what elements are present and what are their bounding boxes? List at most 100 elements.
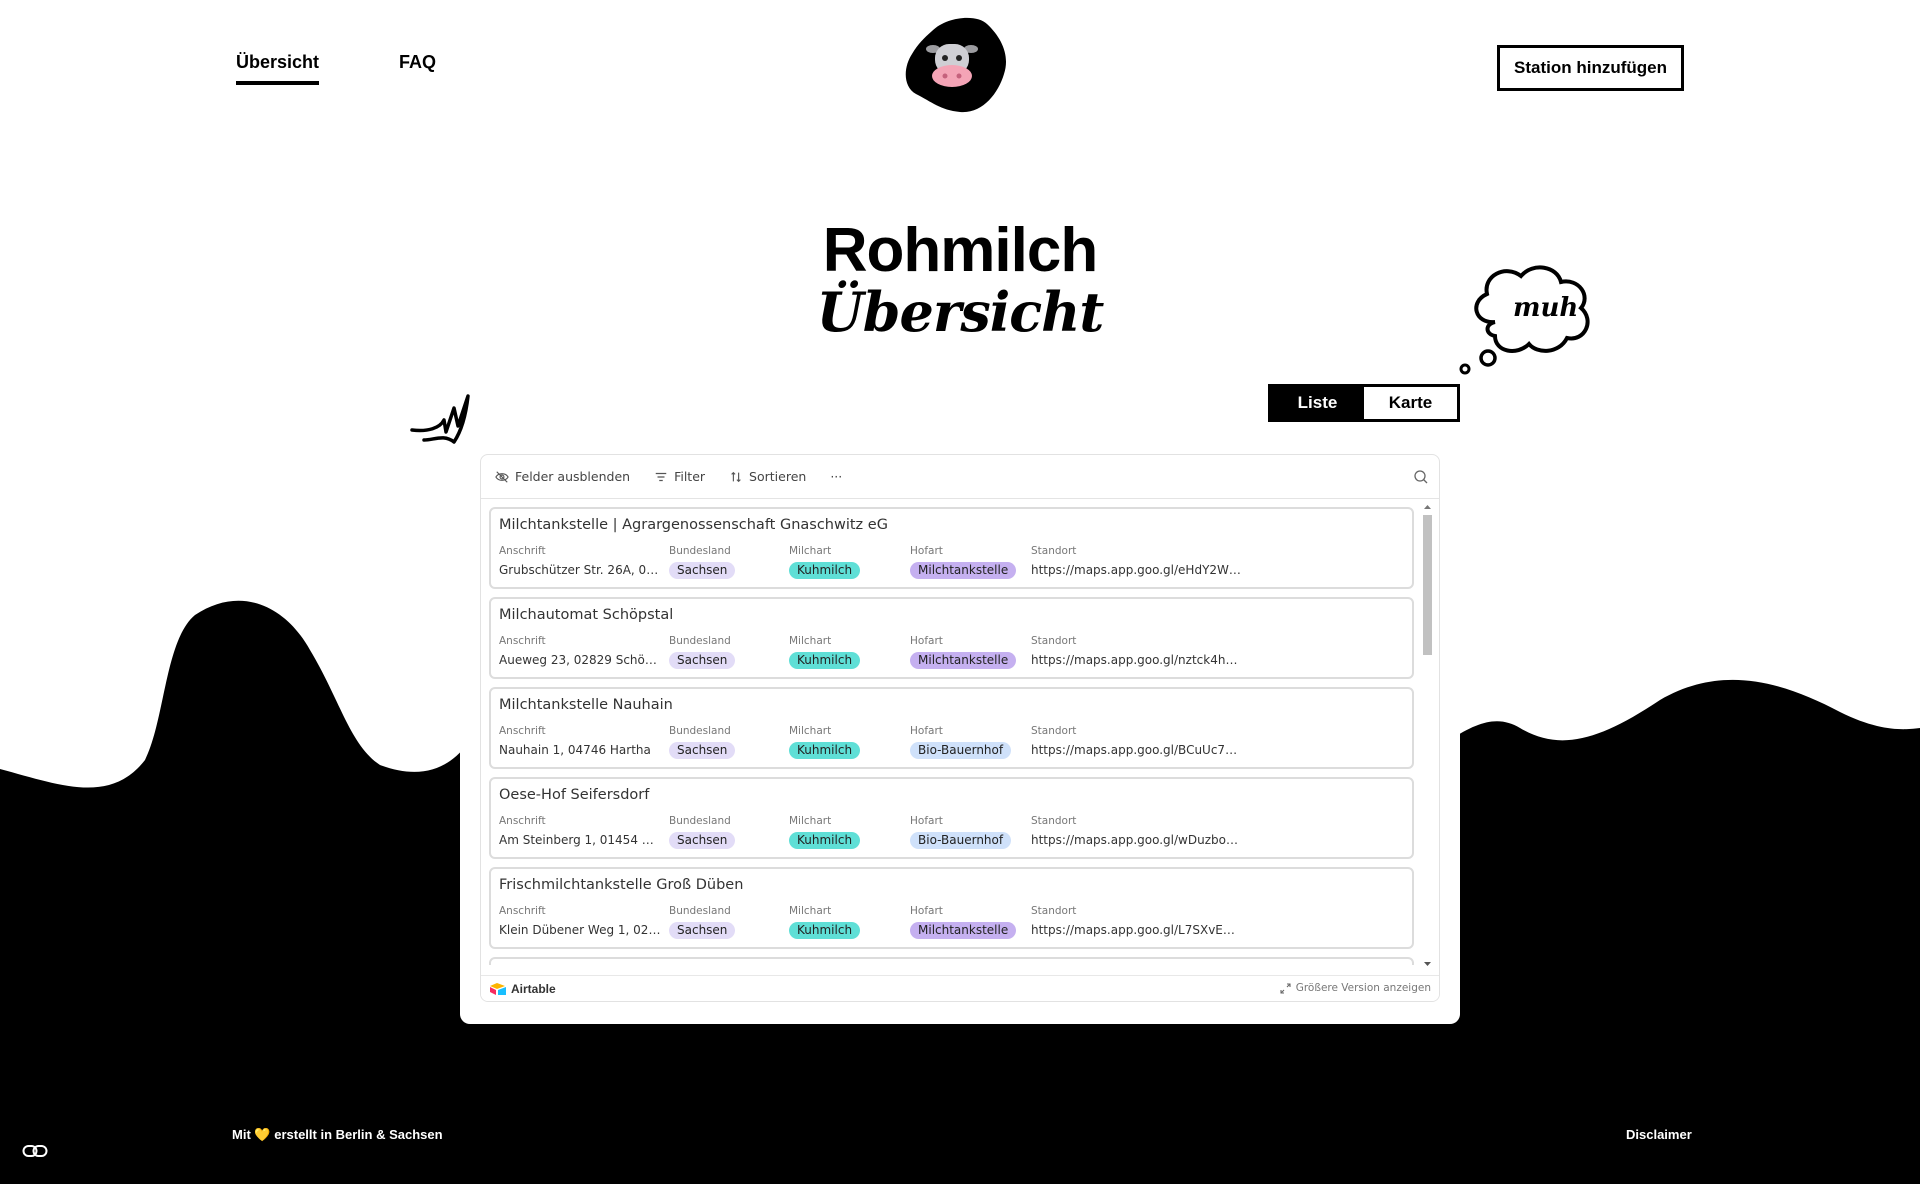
record-milk-type-label: Milchart bbox=[789, 635, 832, 647]
disclaimer-link[interactable]: Disclaimer bbox=[1626, 1127, 1692, 1142]
made-prefix: Mit bbox=[232, 1127, 251, 1142]
record-address-value: Grubschützer Str. 26A, 02692 Gn... bbox=[499, 563, 664, 577]
record-card[interactable]: Frischmilchtankstelle Groß Düben Anschrif… bbox=[489, 867, 1414, 949]
larger-version-link[interactable]: Größere Version anzeigen bbox=[1280, 982, 1431, 994]
record-milk-type-value: Kuhmilch bbox=[789, 561, 899, 581]
record-title: Frischmilchtankstelle Groß Düben bbox=[499, 877, 744, 893]
scrollbar[interactable] bbox=[1421, 503, 1433, 968]
toggle-list[interactable]: Liste bbox=[1271, 387, 1364, 419]
airtable-view: Felder ausblenden Filter Sortieren ··· M… bbox=[480, 454, 1440, 1002]
record-address-value: Nauhain 1, 04746 Hartha bbox=[499, 743, 651, 757]
record-milk-type-pill: Kuhmilch bbox=[789, 562, 861, 579]
thought-bubble-text: muh bbox=[1513, 293, 1579, 323]
record-address-field: Anschrift Am Steinberg 1, 01454 Wachau bbox=[499, 815, 664, 851]
record-state-label: Bundesland bbox=[669, 815, 731, 827]
record-state-label: Bundesland bbox=[669, 545, 731, 557]
record-state-label: Bundesland bbox=[669, 725, 731, 737]
nav-overview[interactable]: Übersicht bbox=[236, 52, 320, 85]
record-location-label: Standort bbox=[1031, 815, 1077, 827]
record-milk-type-label: Milchart bbox=[789, 815, 832, 827]
record-state-pill: Sachsen bbox=[669, 922, 736, 939]
record-milk-type-field: Milchart Kuhmilch bbox=[789, 905, 899, 941]
record-state-value: Sachsen bbox=[669, 921, 779, 941]
heart-icon: 💛 bbox=[254, 1127, 271, 1142]
filter-label: Filter bbox=[674, 469, 706, 484]
record-card[interactable]: Milchtankstelle Nauhain Anschrift Nauhain … bbox=[489, 687, 1414, 769]
record-milk-type-pill: Kuhmilch bbox=[789, 652, 861, 669]
record-address-label: Anschrift bbox=[499, 905, 546, 917]
scroll-up-icon[interactable] bbox=[1423, 503, 1432, 511]
record-farm-type-field: Hofart Milchtankstelle bbox=[910, 635, 1020, 671]
more-options-button[interactable]: ··· bbox=[830, 469, 842, 484]
record-location-value: https://maps.app.goo.gl/eHdY2W9DJfwzPzP bbox=[1031, 563, 1241, 577]
record-farm-type-field: Hofart Milchtankstelle bbox=[910, 905, 1020, 941]
record-title: Milchautomat Schöpstal bbox=[499, 607, 674, 623]
record-address-field: Anschrift Nauhain 1, 04746 Hartha bbox=[499, 725, 664, 761]
record-state-field: Bundesland Sachsen bbox=[669, 545, 779, 581]
record-address-field: Anschrift Klein Dübener Weg 1, 02959 Gro.… bbox=[499, 905, 664, 941]
nav-faq[interactable]: FAQ bbox=[399, 52, 436, 85]
cow-face-icon[interactable] bbox=[902, 16, 1012, 116]
airtable-embed: Felder ausblenden Filter Sortieren ··· M… bbox=[460, 434, 1460, 1024]
record-farm-type-pill: Milchtankstelle bbox=[910, 562, 1017, 579]
record-address-value: Am Steinberg 1, 01454 Wachau bbox=[499, 833, 664, 847]
record-location-field: Standort https://maps.app.goo.gl/wDuzboFA… bbox=[1031, 815, 1241, 851]
record-state-value: Sachsen bbox=[669, 741, 779, 761]
record-farm-type-field: Hofart Milchtankstelle bbox=[910, 545, 1020, 581]
record-state-field: Bundesland Sachsen bbox=[669, 635, 779, 671]
link-icon[interactable] bbox=[22, 1144, 48, 1158]
record-location-field: Standort https://maps.app.goo.gl/L7SXvEYz… bbox=[1031, 905, 1241, 941]
record-milk-type-label: Milchart bbox=[789, 545, 832, 557]
toggle-map[interactable]: Karte bbox=[1364, 387, 1457, 419]
record-card[interactable]: Milchautomat Schöpstal Anschrift Aueweg 23… bbox=[489, 597, 1414, 679]
sort-icon bbox=[731, 471, 741, 482]
record-milk-type-label: Milchart bbox=[789, 905, 832, 917]
record-milk-type-pill: Kuhmilch bbox=[789, 832, 861, 849]
hide-fields-button[interactable]: Felder ausblenden bbox=[495, 469, 630, 484]
made-suffix: erstellt in Berlin & Sachsen bbox=[274, 1127, 443, 1142]
record-farm-type-value: Bio-Bauernhof bbox=[910, 741, 1020, 761]
airtable-toolbar: Felder ausblenden Filter Sortieren ··· bbox=[481, 455, 1439, 499]
record-state-value: Sachsen bbox=[669, 831, 779, 851]
record-title: Milchtankstelle Nauhain bbox=[499, 697, 673, 713]
record-address-label: Anschrift bbox=[499, 635, 546, 647]
record-address-value: Aueweg 23, 02829 Schöpstal bbox=[499, 653, 664, 667]
view-toggle: Liste Karte bbox=[1268, 384, 1460, 422]
filter-button[interactable]: Filter bbox=[654, 469, 705, 484]
larger-version-label: Größere Version anzeigen bbox=[1295, 982, 1431, 994]
record-card[interactable]: Bernhardt Steinert Landwirtschaftsbetrie… bbox=[489, 957, 1414, 965]
airtable-logo[interactable]: Airtable bbox=[489, 982, 556, 996]
record-farm-type-label: Hofart bbox=[910, 545, 943, 557]
hide-fields-label: Felder ausblenden bbox=[515, 469, 631, 484]
airtable-logo-icon bbox=[490, 982, 506, 995]
page-subtitle: Übersicht bbox=[816, 280, 1105, 344]
record-state-value: Sachsen bbox=[669, 561, 779, 581]
record-address-field: Anschrift Grubschützer Str. 26A, 02692 Gn… bbox=[499, 545, 664, 581]
record-card[interactable]: Milchtankstelle | Agrargenossenschaft Gn… bbox=[489, 507, 1414, 589]
record-farm-type-pill: Milchtankstelle bbox=[910, 922, 1017, 939]
record-location-label: Standort bbox=[1031, 905, 1077, 917]
search-icon[interactable] bbox=[1413, 469, 1429, 485]
record-title: Oese-Hof Seifersdorf bbox=[499, 787, 650, 803]
page-title: Rohmilch bbox=[822, 216, 1098, 285]
eye-slash-icon bbox=[495, 470, 509, 483]
main-nav: Übersicht FAQ bbox=[236, 52, 436, 85]
record-state-field: Bundesland Sachsen bbox=[669, 815, 779, 851]
add-station-button[interactable]: Station hinzufügen bbox=[1497, 45, 1684, 91]
scrollbar-thumb[interactable] bbox=[1423, 515, 1432, 655]
record-milk-type-value: Kuhmilch bbox=[789, 921, 899, 941]
airtable-brand: Airtable bbox=[511, 981, 556, 996]
record-farm-type-label: Hofart bbox=[910, 905, 943, 917]
sort-button[interactable]: Sortieren bbox=[729, 469, 806, 484]
record-location-field: Standort https://maps.app.goo.gl/nztck4hd… bbox=[1031, 635, 1241, 671]
record-milk-type-pill: Kuhmilch bbox=[789, 922, 861, 939]
sort-label: Sortieren bbox=[749, 469, 807, 484]
record-location-value: https://maps.app.goo.gl/wDuzboFAqsUkwBp bbox=[1031, 833, 1241, 847]
record-card[interactable]: Oese-Hof Seifersdorf Anschrift Am Steinber… bbox=[489, 777, 1414, 859]
airtable-footer: Airtable Größere Version anzeigen bbox=[481, 975, 1439, 1001]
record-milk-type-value: Kuhmilch bbox=[789, 651, 899, 671]
record-state-field: Bundesland Sachsen bbox=[669, 725, 779, 761]
record-location-field: Standort https://maps.app.goo.gl/BCuUc7YY… bbox=[1031, 725, 1241, 761]
scroll-down-icon[interactable] bbox=[1423, 960, 1432, 968]
record-farm-type-value: Bio-Bauernhof bbox=[910, 831, 1020, 851]
